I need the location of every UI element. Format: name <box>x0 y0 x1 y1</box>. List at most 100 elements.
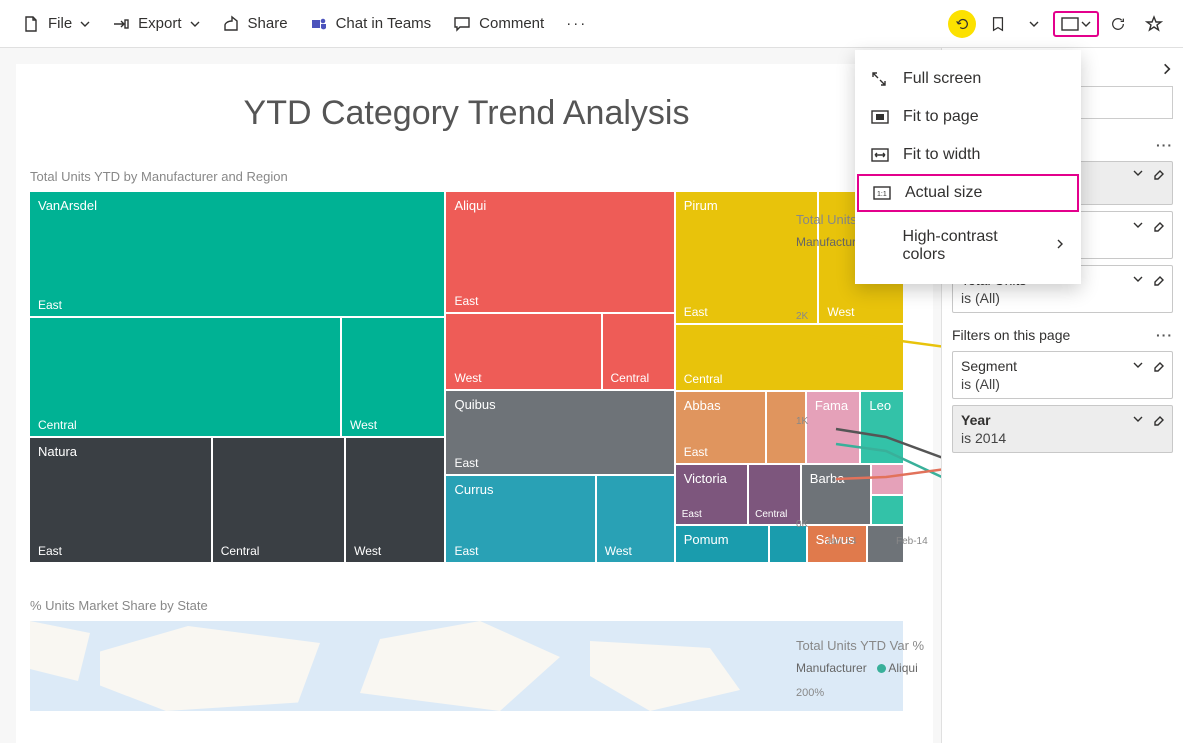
star-icon <box>1145 15 1163 33</box>
undo-icon <box>954 16 970 32</box>
chevron-down-icon <box>1081 19 1091 29</box>
favorite-button[interactable] <box>1137 7 1171 41</box>
tm-manufacturer-label: Pirum <box>684 198 718 213</box>
chevron-down-icon[interactable] <box>1132 168 1144 178</box>
filter-card-year[interactable]: Year is 2014 <box>952 405 1173 453</box>
eraser-icon[interactable] <box>1152 360 1164 372</box>
tm-manufacturer-label: Natura <box>38 444 77 459</box>
tm-region-label: East <box>38 544 62 558</box>
comment-label: Comment <box>479 15 544 32</box>
treemap-visual[interactable]: VanArsdel East Central West <box>30 192 903 562</box>
tm-region-label: Central <box>221 544 260 558</box>
more-button[interactable]: ··· <box>556 9 597 38</box>
file-menu-button[interactable]: File <box>12 9 100 39</box>
menu-fit-page-label: Fit to page <box>903 108 979 126</box>
tm-manufacturer-label: Pomum <box>684 532 729 547</box>
menu-full-screen-label: Full screen <box>903 70 981 88</box>
menu-high-contrast[interactable]: High-contrast colors <box>855 218 1081 274</box>
chevron-down-icon[interactable] <box>1132 360 1144 370</box>
chevron-down-icon <box>1029 19 1039 29</box>
export-icon <box>112 15 130 33</box>
more-icon: ··· <box>566 15 587 32</box>
fullscreen-icon <box>871 71 889 87</box>
var-title: Total Units YTD Var % <box>796 638 941 653</box>
share-button[interactable]: Share <box>212 9 298 39</box>
share-label: Share <box>248 15 288 32</box>
filter-value: is (All) <box>961 376 1164 392</box>
legend-swatch <box>877 664 886 673</box>
chevron-right-icon <box>1055 237 1065 255</box>
map-title: % Units Market Share by State <box>30 598 903 613</box>
chevron-down-icon[interactable] <box>1132 274 1144 284</box>
view-dropdown-menu: Full screen Fit to page Fit to width 1:1… <box>855 50 1081 284</box>
tm-region-label: Central <box>684 372 723 386</box>
eraser-icon[interactable] <box>1152 274 1164 286</box>
more-icon[interactable]: ··· <box>1156 137 1173 153</box>
tm-region-label: East <box>454 544 478 558</box>
view-icon <box>1061 17 1079 31</box>
svg-text:Jan-14: Jan-14 <box>826 536 857 547</box>
menu-fit-page[interactable]: Fit to page <box>855 98 1081 136</box>
menu-actual-size[interactable]: 1:1 Actual size <box>857 174 1079 212</box>
tm-region-label: West <box>605 544 632 558</box>
tm-region-label: Central <box>611 371 650 385</box>
file-label: File <box>48 15 72 32</box>
comment-button[interactable]: Comment <box>443 9 554 39</box>
eraser-icon[interactable] <box>1152 168 1164 180</box>
toolbar: File Export Share Chat in Teams Comment … <box>0 0 1183 48</box>
export-button[interactable]: Export <box>102 9 209 39</box>
more-icon[interactable]: ··· <box>1156 327 1173 343</box>
svg-text:2K: 2K <box>796 311 809 322</box>
bookmark-chevron[interactable] <box>1017 7 1051 41</box>
var-legend: Manufacturer Aliqui <box>796 661 941 675</box>
chevron-down-icon[interactable] <box>1132 220 1144 230</box>
eraser-icon[interactable] <box>1152 220 1164 232</box>
tm-region-label: West <box>350 418 377 432</box>
view-mode-button[interactable] <box>1053 11 1099 37</box>
var-y-tick: 200% <box>796 687 941 699</box>
bookmark-icon <box>991 16 1005 32</box>
chevron-right-icon[interactable] <box>1161 62 1173 76</box>
eraser-icon[interactable] <box>1152 414 1164 426</box>
reset-button[interactable] <box>945 7 979 41</box>
tm-region-label: East <box>684 445 708 459</box>
svg-text:1:1: 1:1 <box>877 191 887 198</box>
refresh-button[interactable] <box>1101 7 1135 41</box>
menu-actual-size-label: Actual size <box>905 184 982 202</box>
tm-manufacturer-label: Abbas <box>684 398 721 413</box>
tm-manufacturer-label: Aliqui <box>454 198 486 213</box>
refresh-icon <box>1110 16 1126 32</box>
chevron-down-icon <box>80 19 90 29</box>
bookmark-button[interactable] <box>981 7 1015 41</box>
chevron-down-icon[interactable] <box>1132 414 1144 424</box>
tm-region-label: East <box>454 456 478 470</box>
filter-value: is (All) <box>961 290 1164 306</box>
share-icon <box>222 15 240 33</box>
variance-chart-visual[interactable]: Total Units YTD Var % Manufacturer Aliqu… <box>796 638 941 699</box>
export-label: Export <box>138 15 181 32</box>
filters-page-head: Filters on this page ··· <box>952 327 1173 343</box>
menu-fit-width[interactable]: Fit to width <box>855 136 1081 174</box>
chat-teams-label: Chat in Teams <box>336 15 432 32</box>
treemap-title: Total Units YTD by Manufacturer and Regi… <box>30 169 903 184</box>
menu-fit-width-label: Fit to width <box>903 146 980 164</box>
comment-icon <box>453 15 471 33</box>
actual-size-icon: 1:1 <box>873 186 891 200</box>
filter-name: Year <box>961 412 1132 428</box>
tm-region-label: East <box>682 509 702 520</box>
page-title: YTD Category Trend Analysis <box>30 94 903 133</box>
menu-high-contrast-label: High-contrast colors <box>903 228 1041 264</box>
filter-card-segment[interactable]: Segment is (All) <box>952 351 1173 399</box>
tm-region-label: West <box>354 544 381 558</box>
canvas-wrap: YTD Category Trend Analysis Total Units … <box>0 48 941 743</box>
svg-text:1K: 1K <box>796 416 809 427</box>
report-canvas: YTD Category Trend Analysis Total Units … <box>16 64 933 743</box>
filter-name: Segment <box>961 358 1132 374</box>
map-visual[interactable] <box>30 621 903 711</box>
tm-region-label: Central <box>38 418 77 432</box>
chat-teams-button[interactable]: Chat in Teams <box>300 9 442 39</box>
tm-region-label: East <box>684 305 708 319</box>
menu-full-screen[interactable]: Full screen <box>855 60 1081 98</box>
chevron-down-icon <box>190 19 200 29</box>
tm-region-label: Central <box>755 509 787 520</box>
